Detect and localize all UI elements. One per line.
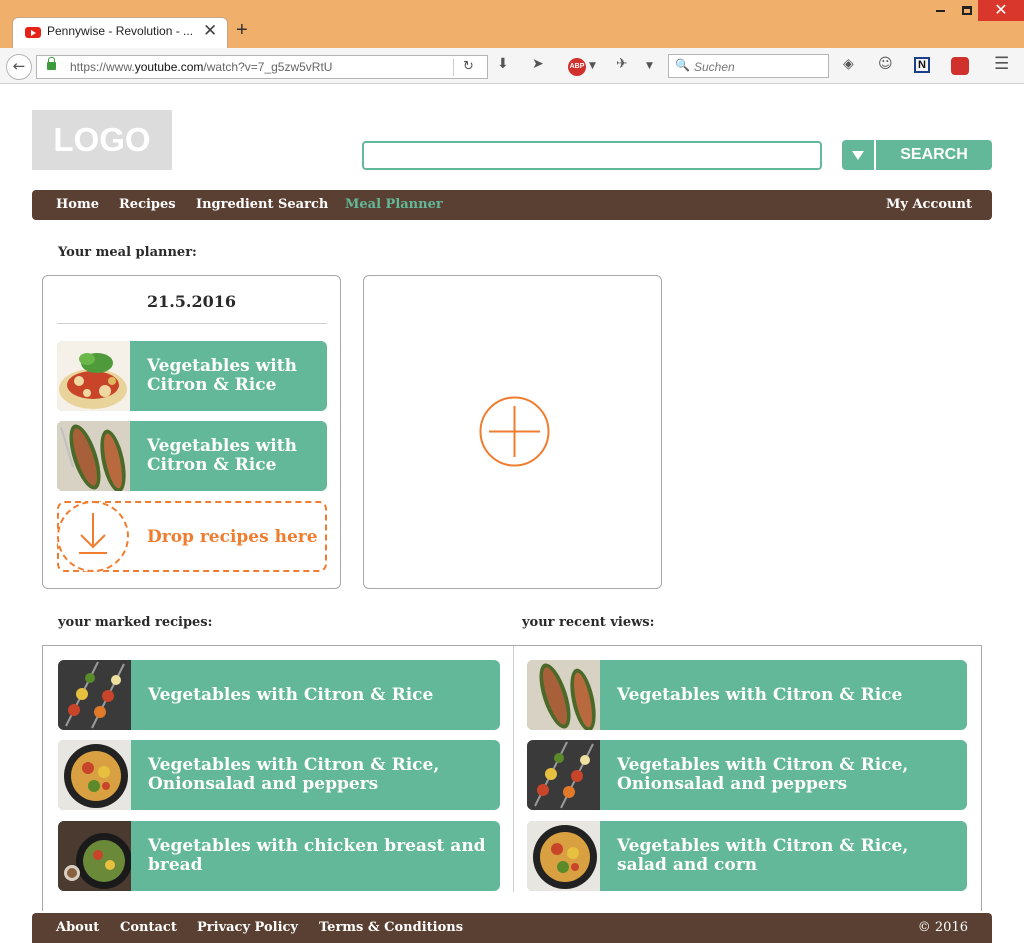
stuffed-zucchini-icon xyxy=(57,421,130,491)
n-extension-icon[interactable]: N xyxy=(914,57,930,73)
pan-icon xyxy=(58,740,131,810)
recipe-title: Vegetables with Citron & Rice, salad and… xyxy=(617,836,909,875)
planner-date: 21.5.2016 xyxy=(146,292,237,311)
browser-navbar: ← https://www.youtube.com/watch?v=7_g5zw… xyxy=(0,48,1024,84)
search-input[interactable] xyxy=(362,141,822,170)
url-bar[interactable]: https://www.youtube.com/watch?v=7_g5zw5v… xyxy=(36,55,488,79)
monster-extension-icon[interactable] xyxy=(951,57,969,75)
recipe-title: Vegetables with chicken breast and bread xyxy=(148,836,486,875)
footer-link-contact[interactable]: Contact xyxy=(120,920,177,935)
menu-item-meal-planner[interactable]: Meal Planner xyxy=(345,197,443,212)
search-icon: 🔍 xyxy=(675,58,690,72)
skewer-icon xyxy=(527,740,600,810)
url-separator xyxy=(453,59,454,76)
recipe-title: Vegetables with Citron & Rice xyxy=(617,684,903,705)
recipe-title: Vegetables with Citron & Rice, Onionsala… xyxy=(617,755,909,794)
search-placeholder: Suchen xyxy=(694,60,735,74)
browser-tab[interactable]: Pennywise - Revolution - ... ✕ xyxy=(12,17,228,48)
dropzone-label: Drop recipes here xyxy=(147,527,318,547)
divider xyxy=(513,646,514,892)
reload-icon[interactable]: ↻ xyxy=(463,59,474,74)
recent-recipe-card[interactable]: Vegetables with Citron & Rice, salad and… xyxy=(527,821,967,891)
menu-item-home[interactable]: Home xyxy=(56,197,99,212)
chevron-down-icon[interactable]: ▼ xyxy=(589,61,596,71)
marked-recipe-card[interactable]: Vegetables with chicken breast and bread xyxy=(58,821,500,891)
lock-icon xyxy=(47,57,56,70)
pan-icon xyxy=(527,821,600,891)
recipe-title: Vegetables with Citron & Rice xyxy=(148,684,434,705)
pocket-icon[interactable]: ◈ xyxy=(843,56,854,72)
chevron-down-icon[interactable]: ▼ xyxy=(646,61,653,71)
wok-icon xyxy=(58,821,131,891)
browser-titlebar: Pennywise - Revolution - ... ✕ + ✕ xyxy=(0,0,1024,48)
hamburger-menu-icon[interactable]: ☰ xyxy=(994,54,1009,74)
pasta-icon xyxy=(57,341,130,411)
menu-item-recipes[interactable]: Recipes xyxy=(119,197,176,212)
search-options-dropdown[interactable] xyxy=(842,140,874,170)
recipe-title: Vegetables with Citron & Rice xyxy=(147,436,297,475)
recent-recipe-card[interactable]: Vegetables with Citron & Rice xyxy=(527,660,967,730)
window-close-button[interactable]: ✕ xyxy=(978,0,1024,21)
footer: About Contact Privacy Policy Terms & Con… xyxy=(32,913,992,943)
download-icon[interactable]: ⬇ xyxy=(497,56,509,72)
add-day-card[interactable] xyxy=(363,275,662,589)
footer-link-privacy[interactable]: Privacy Policy xyxy=(197,920,298,935)
recipe-title: Vegetables with Citron & Rice, Onionsala… xyxy=(148,755,440,794)
main-menu: Home Recipes Ingredient Search Meal Plan… xyxy=(32,190,992,220)
menu-item-ingredient-search[interactable]: Ingredient Search xyxy=(196,197,328,212)
window-minimize-button[interactable] xyxy=(936,10,945,12)
youtube-favicon-icon xyxy=(25,27,41,38)
adblock-icon[interactable]: ABP xyxy=(568,58,586,76)
recipe-title: Vegetables with Citron & Rice xyxy=(147,356,297,395)
marked-recipe-card[interactable]: Vegetables with Citron & Rice xyxy=(58,660,500,730)
search-button[interactable]: SEARCH xyxy=(876,140,992,170)
extension-icon[interactable]: ✈ xyxy=(616,56,628,72)
recipe-lists-panel: Vegetables with Citron & Rice Vegetables… xyxy=(42,645,982,911)
planner-recipe-card[interactable]: Vegetables with Citron & Rice xyxy=(57,421,327,491)
url-text: https://www.youtube.com/watch?v=7_g5zw5v… xyxy=(70,60,333,74)
tab-title: Pennywise - Revolution - ... xyxy=(47,24,194,38)
chat-icon[interactable]: ☺ xyxy=(878,56,893,72)
send-icon[interactable]: ➤ xyxy=(532,56,544,72)
footer-link-about[interactable]: About xyxy=(56,920,99,935)
footer-link-terms[interactable]: Terms & Conditions xyxy=(319,920,463,935)
copyright: © 2016 xyxy=(917,920,968,935)
planner-day-card: 21.5.2016 Vegetables with Citron & Rice … xyxy=(42,275,341,589)
recent-heading: your recent views: xyxy=(522,615,655,630)
skewer-icon xyxy=(58,660,131,730)
recent-recipe-card[interactable]: Vegetables with Citron & Rice, Onionsala… xyxy=(527,740,967,810)
marked-heading: your marked recipes: xyxy=(58,615,213,630)
tab-close-icon[interactable]: ✕ xyxy=(203,21,217,41)
back-arrow-icon[interactable]: ← xyxy=(6,54,32,80)
add-plus-icon xyxy=(479,396,550,467)
download-arrow-icon xyxy=(57,501,129,572)
recipe-dropzone[interactable]: Drop recipes here xyxy=(57,501,327,572)
planner-recipe-card[interactable]: Vegetables with Citron & Rice xyxy=(57,341,327,411)
stuffed-zucchini-icon xyxy=(527,660,600,730)
divider xyxy=(57,323,327,324)
browser-search-bar[interactable]: 🔍 Suchen xyxy=(668,54,829,78)
marked-recipe-card[interactable]: Vegetables with Citron & Rice, Onionsala… xyxy=(58,740,500,810)
planner-heading: Your meal planner: xyxy=(58,245,197,260)
menu-item-my-account[interactable]: My Account xyxy=(886,197,972,212)
window-maximize-button[interactable] xyxy=(962,6,972,15)
new-tab-button[interactable]: + xyxy=(236,19,248,42)
logo[interactable]: LOGO xyxy=(32,110,172,170)
